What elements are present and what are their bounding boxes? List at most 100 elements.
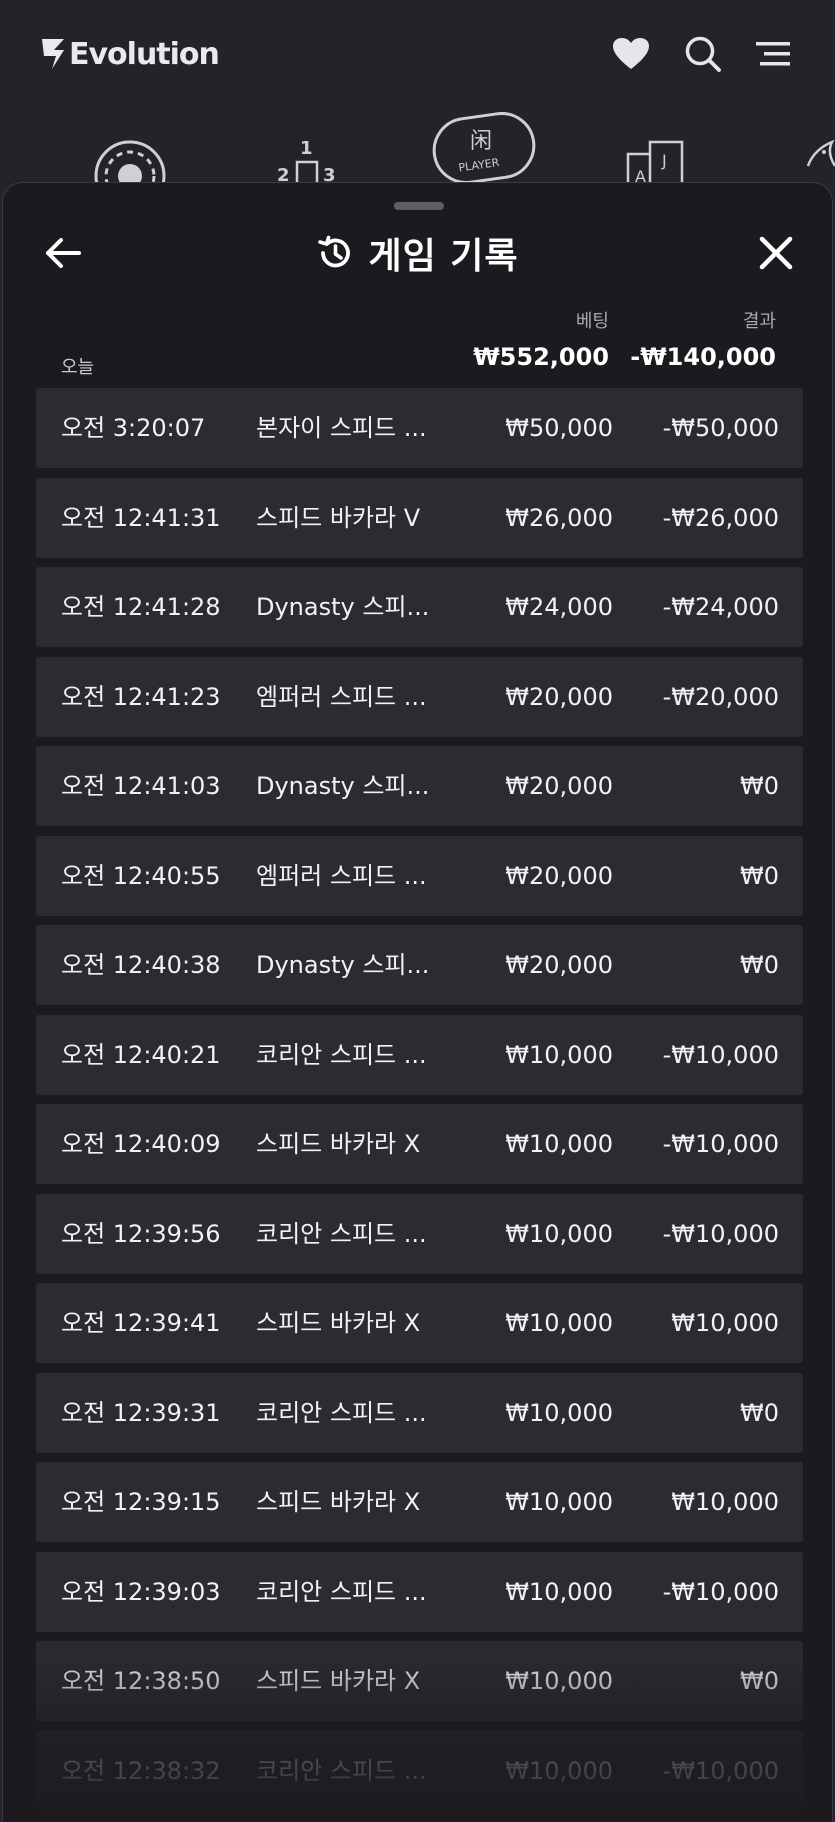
- top-bar: Evolution: [0, 0, 835, 110]
- row-time: 오전 12:39:03: [61, 1577, 221, 1606]
- row-result: ₩0: [740, 772, 779, 800]
- row-game: 엠퍼러 스피드 ...: [256, 682, 427, 711]
- card-j: J: [661, 151, 667, 170]
- history-row[interactable]: 오전 12:41:23 엠퍼러 스피드 ... ₩20,000 -₩20,000: [36, 656, 803, 737]
- menu-icon[interactable]: [756, 40, 790, 68]
- row-time: 오전 12:40:21: [61, 1040, 221, 1069]
- history-list: 오전 3:20:07 본자이 스피드 ... ₩50,000 -₩50,000 …: [36, 388, 803, 1820]
- row-time: 오전 12:39:31: [61, 1398, 221, 1427]
- row-bet: ₩10,000: [505, 1756, 613, 1785]
- row-bet: ₩26,000: [505, 503, 613, 532]
- row-bet: ₩20,000: [505, 772, 613, 800]
- row-game: 본자이 스피드 ...: [256, 414, 427, 442]
- row-result: ₩0: [740, 951, 779, 979]
- row-time: 오전 3:20:07: [61, 414, 206, 442]
- row-time: 오전 12:40:38: [61, 951, 221, 979]
- evolution-logo-icon: [42, 39, 64, 69]
- brand-logo[interactable]: Evolution: [40, 30, 220, 78]
- row-game: 스피드 바카라 X: [256, 1130, 421, 1158]
- row-bet: ₩10,000: [505, 1130, 613, 1158]
- row-game: 스피드 바카라 X: [256, 1667, 421, 1695]
- history-row[interactable]: 오전 12:39:56 코리안 스피드 ... ₩10,000 -₩10,000: [36, 1193, 803, 1274]
- row-game: Dynasty 스피...: [256, 951, 430, 979]
- row-game: 스피드 바카라 V: [256, 503, 421, 532]
- history-row[interactable]: 오전 12:40:55 엠퍼러 스피드 ... ₩20,000 ₩0: [36, 835, 803, 916]
- row-game: 코리안 스피드 ...: [256, 1040, 427, 1069]
- row-result: -₩10,000: [662, 1577, 779, 1606]
- row-bet: ₩10,000: [505, 1398, 613, 1427]
- history-row[interactable]: 오전 12:41:03 Dynasty 스피... ₩20,000 ₩0: [36, 746, 803, 826]
- brand-name: Evolution: [69, 36, 220, 72]
- close-icon: [759, 236, 793, 270]
- category-strip: 1 2 3 闲 PLAYER A J: [0, 111, 835, 212]
- row-result: ₩0: [740, 1398, 779, 1427]
- row-time: 오전 12:41:23: [61, 682, 221, 711]
- history-row[interactable]: 오전 12:40:09 스피드 바카라 X ₩10,000 -₩10,000: [36, 1104, 803, 1184]
- row-bet: ₩10,000: [505, 1488, 613, 1516]
- row-time: 오전 12:40:55: [61, 861, 221, 890]
- player-badge-icon[interactable]: 闲 PLAYER: [432, 111, 542, 192]
- row-result: -₩20,000: [662, 682, 779, 711]
- history-row[interactable]: 오전 3:20:07 본자이 스피드 ... ₩50,000 -₩50,000: [36, 388, 803, 468]
- player-badge-char: 闲: [470, 129, 492, 154]
- row-result: ₩10,000: [671, 1488, 779, 1516]
- row-bet: ₩24,000: [505, 593, 613, 621]
- row-bet: ₩20,000: [505, 861, 613, 890]
- row-game: 코리안 스피드 ...: [256, 1219, 427, 1248]
- heart-icon[interactable]: [612, 37, 650, 71]
- row-game: Dynasty 스피...: [256, 772, 430, 800]
- day-label: 오늘: [61, 357, 95, 378]
- history-row[interactable]: 오전 12:39:03 코리안 스피드 ... ₩10,000 -₩10,000: [36, 1551, 803, 1632]
- history-row[interactable]: 오전 12:41:31 스피드 바카라 V ₩26,000 -₩26,000: [36, 477, 803, 558]
- row-result: -₩10,000: [662, 1130, 779, 1158]
- row-time: 오전 12:39:15: [61, 1488, 221, 1516]
- player-badge-word: PLAYER: [458, 156, 501, 175]
- column-labels: 베팅 결과: [3, 307, 832, 332]
- row-game: 스피드 바카라 X: [256, 1488, 421, 1516]
- row-bet: ₩10,000: [505, 1667, 613, 1695]
- row-game: 코리안 스피드 ...: [256, 1398, 427, 1427]
- row-result: -₩24,000: [662, 593, 779, 621]
- row-result: -₩10,000: [662, 1219, 779, 1248]
- row-result: ₩0: [740, 1667, 779, 1695]
- row-result: -₩10,000: [662, 1756, 779, 1785]
- history-row[interactable]: 오전 12:41:28 Dynasty 스피... ₩24,000 -₩24,0…: [36, 567, 803, 647]
- row-game: 코리안 스피드 ...: [256, 1756, 427, 1785]
- row-bet: ₩10,000: [505, 1219, 613, 1248]
- row-time: 오전 12:39:41: [61, 1309, 221, 1337]
- bet-column-label: 베팅: [575, 311, 609, 332]
- history-row[interactable]: 오전 12:39:41 스피드 바카라 X ₩10,000 ₩10,000: [36, 1283, 803, 1363]
- row-game: Dynasty 스피...: [256, 593, 430, 621]
- close-button[interactable]: [754, 231, 798, 275]
- row-time: 오전 12:38:32: [61, 1756, 221, 1785]
- dragon-icon[interactable]: [802, 136, 835, 188]
- history-row[interactable]: 오전 12:38:50 스피드 바카라 X ₩10,000 ₩0: [36, 1641, 803, 1721]
- history-row[interactable]: 오전 12:40:21 코리안 스피드 ... ₩10,000 -₩10,000: [36, 1014, 803, 1095]
- row-time: 오전 12:38:50: [61, 1667, 221, 1695]
- row-bet: ₩10,000: [505, 1309, 613, 1337]
- total-result: -₩140,000: [630, 343, 776, 371]
- row-bet: ₩10,000: [505, 1577, 613, 1606]
- row-time: 오전 12:41:28: [61, 593, 221, 621]
- podium-1: 1: [300, 138, 313, 159]
- row-result: -₩10,000: [662, 1040, 779, 1069]
- row-time: 오전 12:39:56: [61, 1219, 221, 1248]
- row-result: ₩10,000: [671, 1309, 779, 1337]
- row-result: ₩0: [740, 861, 779, 890]
- row-time: 오전 12:40:09: [61, 1130, 221, 1158]
- row-result: -₩26,000: [662, 503, 779, 532]
- history-icon: [318, 235, 351, 268]
- sheet-header: 게임 기록: [3, 227, 832, 279]
- row-result: -₩50,000: [662, 414, 779, 442]
- row-time: 오전 12:41:31: [61, 503, 221, 532]
- row-bet: ₩50,000: [505, 414, 613, 442]
- history-row[interactable]: 오전 12:39:31 코리안 스피드 ... ₩10,000 ₩0: [36, 1372, 803, 1453]
- result-column-label: 결과: [742, 311, 776, 332]
- sheet-drag-handle[interactable]: [394, 202, 444, 210]
- search-icon[interactable]: [684, 35, 722, 73]
- total-bet: ₩552,000: [473, 343, 609, 371]
- history-row[interactable]: 오전 12:38:32 코리안 스피드 ... ₩10,000 -₩10,000: [36, 1730, 803, 1811]
- row-bet: ₩10,000: [505, 1040, 613, 1069]
- history-row[interactable]: 오전 12:40:38 Dynasty 스피... ₩20,000 ₩0: [36, 925, 803, 1005]
- history-row[interactable]: 오전 12:39:15 스피드 바카라 X ₩10,000 ₩10,000: [36, 1462, 803, 1542]
